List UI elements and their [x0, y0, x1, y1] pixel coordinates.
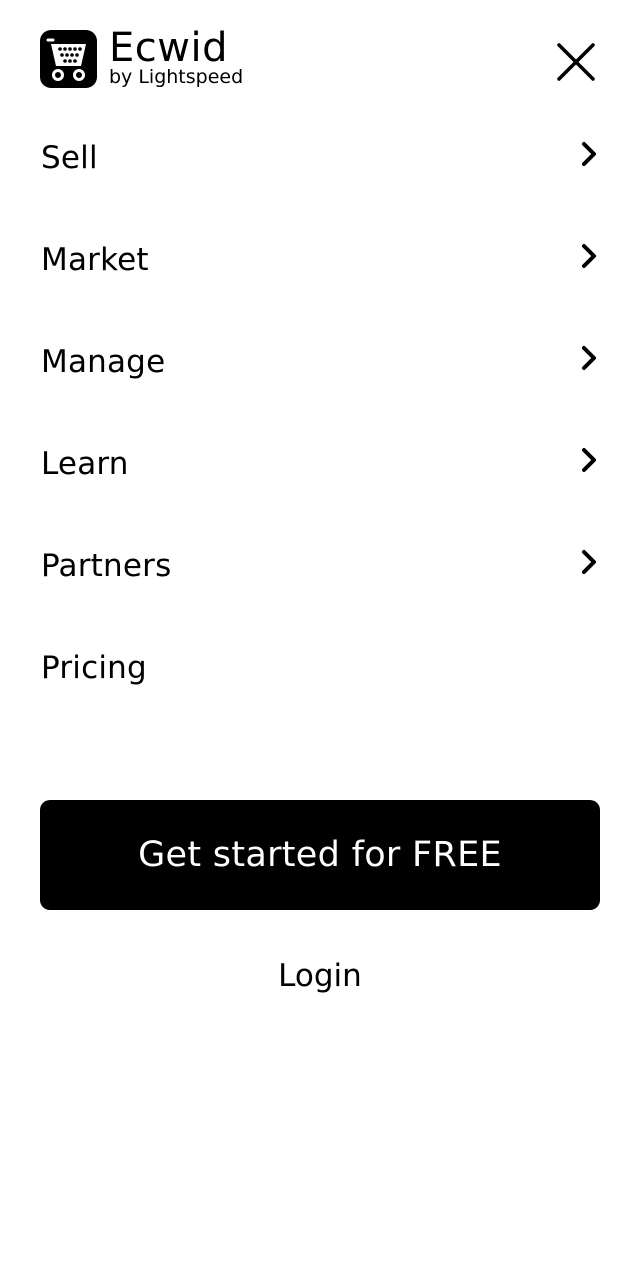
nav-item-pricing[interactable]: Pricing — [0, 618, 640, 720]
nav-item-label: Learn — [41, 446, 129, 482]
chevron-right-icon — [580, 242, 598, 270]
get-started-button[interactable]: Get started for FREE — [40, 800, 600, 910]
brand-name: Ecwid — [109, 24, 228, 71]
nav-item-label: Market — [41, 242, 149, 278]
chevron-right-icon — [580, 446, 598, 474]
nav-item-label: Manage — [41, 344, 166, 380]
nav-item-label: Partners — [41, 548, 172, 584]
nav-item-market[interactable]: Market — [0, 210, 640, 312]
logo-text: Ecwid by Lightspeed — [109, 28, 244, 88]
login-label: Login — [278, 958, 362, 994]
nav-item-label: Pricing — [41, 650, 147, 686]
nav-item-learn[interactable]: Learn — [0, 414, 640, 516]
close-icon — [557, 43, 595, 81]
chevron-right-icon — [580, 140, 598, 168]
nav-item-sell[interactable]: Sell — [0, 108, 640, 210]
nav-item-partners[interactable]: Partners — [0, 516, 640, 618]
chevron-right-icon — [580, 548, 598, 576]
get-started-label: Get started for FREE — [138, 835, 502, 875]
close-menu-button[interactable] — [554, 40, 598, 84]
brand-tagline: by Lightspeed — [109, 65, 244, 88]
nav-item-label: Sell — [41, 140, 98, 176]
menu-header: Ecwid by Lightspeed — [0, 0, 640, 120]
main-nav: Sell Market Manage Learn Partners Pricin… — [0, 108, 640, 720]
nav-item-manage[interactable]: Manage — [0, 312, 640, 414]
shopping-cart-logo-icon — [40, 30, 97, 88]
login-link[interactable]: Login — [0, 955, 640, 997]
chevron-right-icon — [580, 344, 598, 372]
ecwid-logo[interactable]: Ecwid by Lightspeed — [40, 28, 244, 88]
